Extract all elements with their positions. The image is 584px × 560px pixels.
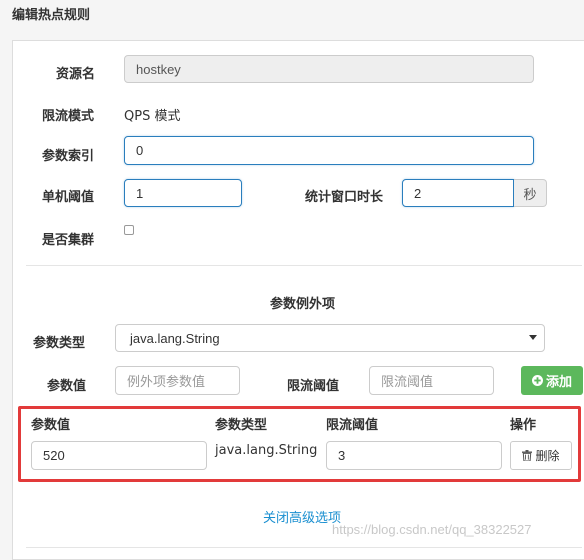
row-value-input[interactable]: 520 (31, 441, 207, 470)
cluster-label: 是否集群 (42, 233, 95, 248)
add-button-label: 添加 (545, 375, 572, 390)
watermark-text: https://blog.csdn.net/qq_38322527 (332, 522, 532, 537)
close-advanced-link[interactable]: 关闭高级选项 (263, 507, 341, 526)
exception-value-label: 参数值 (47, 379, 87, 394)
window-label: 统计窗口时长 (305, 190, 384, 205)
table-header-value: 参数值 (31, 418, 71, 433)
chevron-down-icon (529, 335, 537, 340)
bottom-divider (26, 547, 582, 548)
cluster-checkbox[interactable] (124, 225, 134, 235)
delete-row-button[interactable]: 删除 (510, 441, 572, 470)
threshold-input[interactable]: 1 (124, 179, 242, 207)
table-header-type: 参数类型 (215, 418, 268, 433)
row-limit-input[interactable]: 3 (326, 441, 502, 470)
param-type-label: 参数类型 (33, 336, 86, 351)
section-divider (26, 265, 582, 266)
row-type-text: java.lang.String (215, 443, 318, 458)
add-exception-button[interactable]: 添加 (521, 366, 583, 395)
exceptions-title: 参数例外项 (270, 297, 336, 312)
page-title: 编辑热点规则 (12, 8, 91, 23)
param-type-selected: java.lang.String (130, 330, 220, 346)
table-header-limit: 限流阈值 (326, 418, 379, 433)
param-index-label: 参数索引 (42, 149, 95, 164)
trash-icon (522, 450, 533, 461)
mode-label: 限流模式 (42, 109, 95, 124)
exception-limit-label: 限流阈值 (287, 379, 340, 394)
resource-name-field: hostkey (124, 55, 534, 83)
mode-value: QPS 模式 (124, 109, 181, 124)
exception-value-input[interactable]: 例外项参数值 (115, 366, 240, 395)
delete-button-label: 删除 (535, 449, 560, 463)
resource-label: 资源名 (56, 67, 96, 82)
param-index-input[interactable]: 0 (124, 136, 534, 165)
threshold-label: 单机阈值 (42, 190, 95, 205)
table-header-action: 操作 (510, 418, 537, 433)
exception-limit-input[interactable]: 限流阈值 (369, 366, 494, 395)
param-type-select[interactable]: java.lang.String (115, 324, 545, 352)
window-input[interactable]: 2 (402, 179, 514, 207)
window-unit-addon: 秒 (514, 179, 547, 207)
plus-icon (531, 375, 543, 386)
